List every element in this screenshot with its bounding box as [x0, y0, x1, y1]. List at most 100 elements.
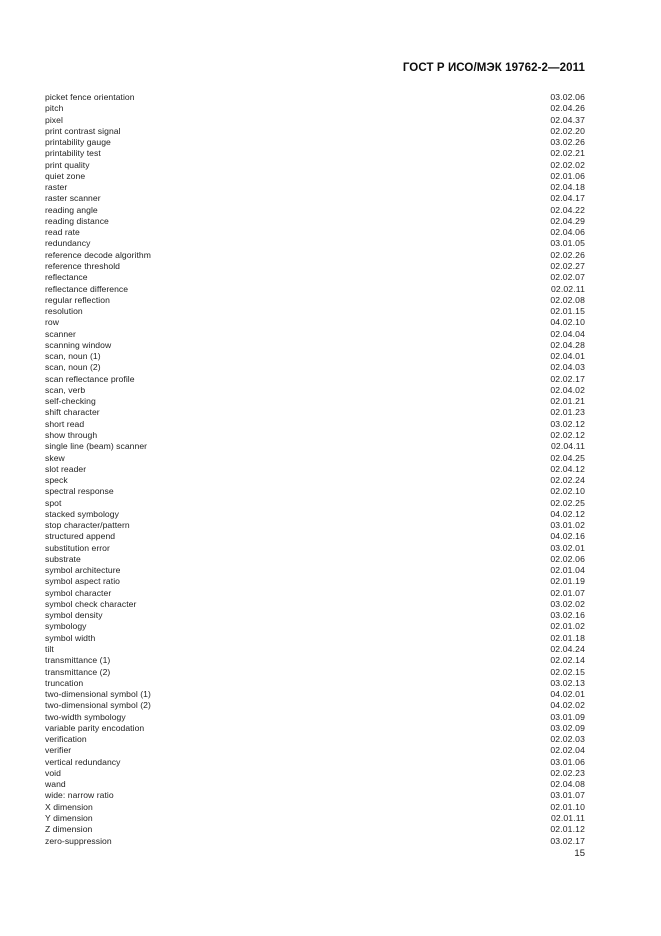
- index-entry-row: skew 02.04.25: [45, 453, 585, 464]
- index-entry-row: reference decode algorithm 02.02.26: [45, 250, 585, 261]
- index-entry-reference: 02.02.11: [550, 283, 585, 294]
- index-entry-term: symbol check character: [45, 598, 137, 609]
- index-entry-reference: 02.04.22: [550, 204, 585, 215]
- index-entry-reference: 02.02.21: [550, 148, 585, 159]
- index-entry-term: truncation: [45, 677, 84, 688]
- index-entry-reference: 02.01.15: [550, 306, 585, 317]
- index-entry-term: self-checking: [45, 396, 96, 407]
- index-entry-term: spot: [45, 497, 62, 508]
- index-entry-row: row 04.02.10: [45, 317, 585, 328]
- index-entry-reference: 02.02.20: [550, 125, 585, 136]
- index-entry-term: resolution: [45, 306, 83, 317]
- index-entry-row: single line (beam) scanner 02.04.11: [45, 441, 585, 452]
- index-entry-term: reference threshold: [45, 260, 120, 271]
- index-entry-term: spectral response: [45, 486, 114, 497]
- index-entry-row: transmittance (1) 02.02.14: [45, 655, 585, 666]
- index-entry-row: transmittance (2) 02.02.15: [45, 667, 585, 678]
- index-entry-reference: 02.04.02: [550, 384, 585, 395]
- index-entry-term: stop character/pattern: [45, 520, 130, 531]
- index-entry-row: Y dimension 02.01.11: [45, 813, 585, 824]
- index-entry-term: vertical redundancy: [45, 756, 121, 767]
- index-entry-term: quiet zone: [45, 170, 86, 181]
- index-entry-reference: 02.01.07: [550, 587, 585, 598]
- index-entry-reference: 02.04.29: [550, 215, 585, 226]
- index-entry-term: raster: [45, 182, 68, 193]
- index-entry-reference: 03.02.12: [550, 418, 585, 429]
- index-entry-term: transmittance (1): [45, 655, 111, 666]
- index-entry-reference: 02.01.06: [550, 170, 585, 181]
- index-entry-row: self-checking 02.01.21: [45, 396, 585, 407]
- index-entry-row: two-dimensional symbol (2) 04.02.02: [45, 700, 585, 711]
- index-entry-term: reflectance difference: [45, 283, 129, 294]
- index-entry-row: verifier 02.02.04: [45, 745, 585, 756]
- index-entry-term: scanner: [45, 328, 76, 339]
- index-entry-row: symbol character 02.01.07: [45, 588, 585, 599]
- index-entry-row: scanning window 02.04.28: [45, 340, 585, 351]
- index-entry-row: vertical redundancy 03.01.06: [45, 757, 585, 768]
- index-entry-reference: 02.02.17: [550, 373, 585, 384]
- page-number: 15: [574, 848, 585, 859]
- index-entry-term: wand: [45, 779, 66, 790]
- index-entry-reference: 02.02.06: [550, 553, 585, 564]
- index-entry-reference: 02.02.03: [550, 734, 585, 745]
- index-entry-row: X dimension 02.01.10: [45, 802, 585, 813]
- index-entry-term: reading angle: [45, 204, 98, 215]
- index-entry-row: spot 02.02.25: [45, 498, 585, 509]
- index-entry-term: verification: [45, 734, 87, 745]
- index-entry-term: raster scanner: [45, 193, 101, 204]
- index-entry-term: symbology: [45, 621, 87, 632]
- index-entry-term: scan reflectance profile: [45, 373, 135, 384]
- index-entry-reference: 03.02.02: [550, 598, 585, 609]
- index-entry-row: reading distance 02.04.29: [45, 216, 585, 227]
- index-entry-term: void: [45, 767, 61, 778]
- index-entry-row: variable parity encodation 03.02.09: [45, 723, 585, 734]
- page-header-standard-title: ГОСТ Р ИСО/МЭК 19762-2—2011: [402, 62, 585, 74]
- index-entry-reference: 02.01.23: [550, 407, 585, 418]
- index-entry-row: shift character 02.01.23: [45, 407, 585, 418]
- index-entry-row: tilt 02.04.24: [45, 644, 585, 655]
- index-entry-reference: 03.01.09: [550, 711, 585, 722]
- index-entry-term: Z dimension: [45, 824, 93, 835]
- index-entry-reference: 02.04.25: [550, 452, 585, 463]
- index-entry-reference: 02.04.11: [550, 441, 585, 452]
- index-entry-reference: 02.02.15: [550, 666, 585, 677]
- index-entry-row: pitch 02.04.26: [45, 103, 585, 114]
- index-entry-row: speck 02.02.24: [45, 475, 585, 486]
- index-entry-term: pitch: [45, 103, 64, 114]
- index-entry-term: two-dimensional symbol (1): [45, 689, 151, 700]
- index-entry-term: transmittance (2): [45, 666, 111, 677]
- index-entry-term: reflectance: [45, 272, 88, 283]
- index-entry-row: zero-suppression 03.02.17: [45, 836, 585, 847]
- index-entry-term: reading distance: [45, 215, 109, 226]
- index-entry-row: symbol architecture 02.01.04: [45, 565, 585, 576]
- index-entry-row: scanner 02.04.04: [45, 329, 585, 340]
- index-entry-reference: 04.02.02: [550, 700, 585, 711]
- index-entry-reference: 02.02.02: [550, 159, 585, 170]
- index-entry-reference: 02.01.19: [550, 576, 585, 587]
- index-entry-reference: 03.01.06: [550, 756, 585, 767]
- index-entry-reference: 02.02.07: [550, 272, 585, 283]
- index-entry-reference: 02.02.27: [550, 260, 585, 271]
- index-entry-reference: 02.01.11: [550, 813, 585, 823]
- index-entry-row: printability gauge 03.02.26: [45, 137, 585, 148]
- index-entry-term: redundancy: [45, 238, 91, 249]
- index-entry-reference: 02.04.26: [550, 103, 585, 114]
- index-entry-reference: 03.02.06: [550, 92, 585, 102]
- index-entry-term: structured append: [45, 531, 116, 542]
- index-entry-term: read rate: [45, 227, 80, 238]
- index-entry-reference: 02.01.21: [550, 396, 585, 407]
- index-entry-reference: 02.01.12: [550, 824, 585, 835]
- index-entry-reference: 02.02.08: [550, 294, 585, 305]
- index-entry-term: two-width symbology: [45, 711, 126, 722]
- index-entry-row: picket fence orientation 03.02.06: [45, 92, 585, 103]
- index-entry-term: tilt: [45, 644, 54, 655]
- index-entry-row: scan reflectance profile 02.02.17: [45, 374, 585, 385]
- index-entry-row: scan, verb 02.04.02: [45, 385, 585, 396]
- index-entry-row: scan, noun (1) 02.04.01: [45, 351, 585, 362]
- document-page: ГОСТ Р ИСО/МЭК 19762-2—2011 picket fence…: [0, 0, 661, 936]
- index-entry-reference: 02.02.24: [550, 475, 585, 486]
- index-entry-reference: 02.04.06: [550, 227, 585, 238]
- index-entry-term: symbol aspect ratio: [45, 576, 120, 587]
- index-entry-term: substrate: [45, 553, 81, 564]
- index-entry-reference: 04.02.01: [550, 689, 585, 700]
